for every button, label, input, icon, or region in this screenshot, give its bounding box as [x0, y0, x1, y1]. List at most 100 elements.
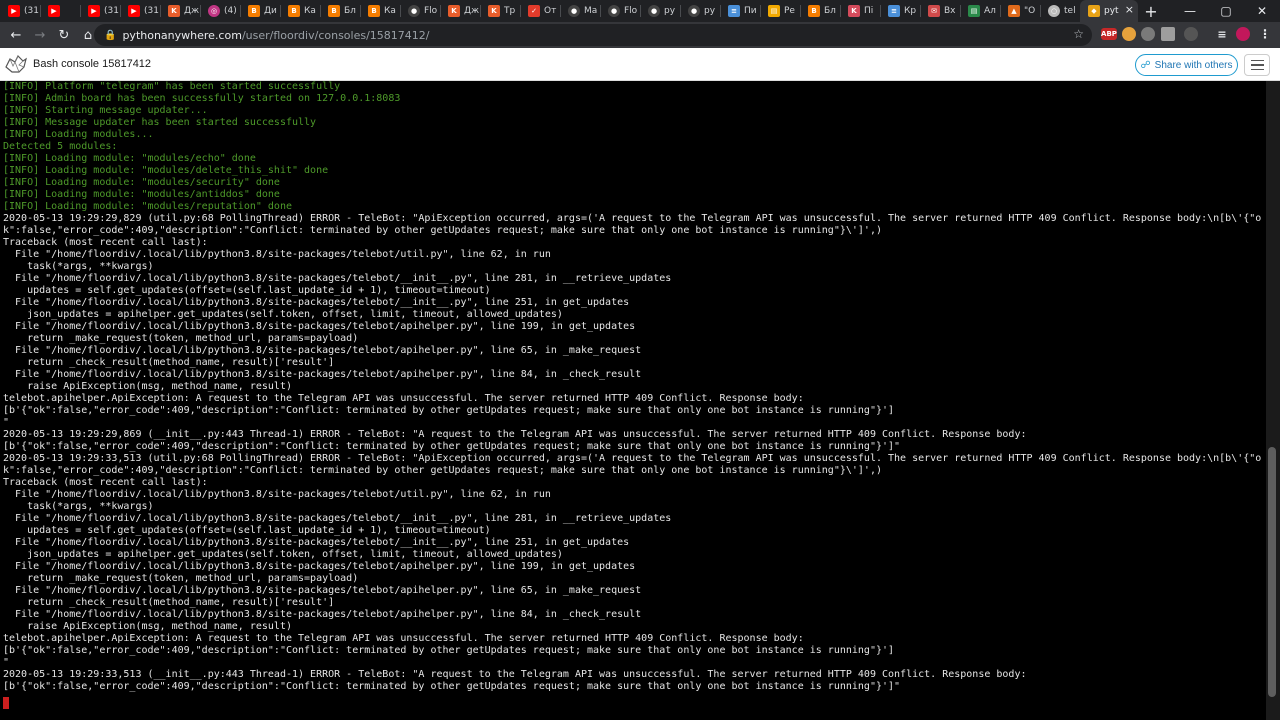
- browser-tab[interactable]: ○ tel: [1040, 0, 1080, 22]
- terminal-cursor: [3, 697, 9, 709]
- terminal-line: k":false,"error_code":409,"description":…: [3, 465, 882, 476]
- browser-tab[interactable]: ▲ "О: [1000, 0, 1040, 22]
- profile-avatar[interactable]: [1236, 27, 1250, 41]
- k-icon: K: [168, 5, 180, 17]
- terminal-line: 2020-05-13 19:29:33,513 (__init__.py:443…: [3, 669, 1027, 680]
- console-header: Bash console 15817412 ☍ Share with other…: [0, 48, 1280, 81]
- browser-tab[interactable]: ▶ (31: [0, 0, 40, 22]
- maximize-window-button[interactable]: ▢: [1208, 0, 1244, 22]
- bookmark-star-icon[interactable]: ☆: [1073, 27, 1084, 41]
- browser-tab[interactable]: ▤ Ал: [960, 0, 1000, 22]
- cookie-extension-icon[interactable]: [1122, 27, 1136, 41]
- terminal-line: [INFO] Loading modules...: [3, 129, 154, 140]
- github-extension-icon[interactable]: [1184, 27, 1198, 41]
- terminal-line: File "/home/floordiv/.local/lib/python3.…: [3, 273, 672, 284]
- browser-tab[interactable]: ≡ Кр: [880, 0, 920, 22]
- tab-label: Flo: [624, 6, 638, 16]
- close-window-button[interactable]: ✕: [1244, 0, 1280, 22]
- terminal-line: raise ApiException(msg, method_name, res…: [3, 621, 292, 632]
- tab-label: Flo: [424, 6, 438, 16]
- blogger-icon: B: [288, 5, 300, 17]
- browser-tab[interactable]: ✉ Вх: [920, 0, 960, 22]
- hamburger-menu-button[interactable]: [1244, 54, 1270, 76]
- browser-tab[interactable]: ≡ Пи: [720, 0, 760, 22]
- tab-label: Ди: [264, 6, 277, 16]
- tab-label: (31: [104, 6, 119, 16]
- bash-terminal[interactable]: [INFO] Platform "telegram" has been star…: [0, 81, 1266, 720]
- browser-tab[interactable]: B Ка: [280, 0, 320, 22]
- terminal-line: File "/home/floordiv/.local/lib/python3.…: [3, 369, 642, 380]
- scrollbar-thumb[interactable]: [1268, 447, 1276, 697]
- flame-icon: ▲: [1008, 5, 1020, 17]
- tab-label: (31: [144, 6, 159, 16]
- browser-menu-icon[interactable]: ⋮: [1258, 27, 1272, 41]
- browser-tab[interactable]: K Дж: [160, 0, 200, 22]
- terminal-line: Traceback (most recent call last):: [3, 477, 208, 488]
- browser-tab[interactable]: B Ка: [360, 0, 400, 22]
- browser-tab[interactable]: K Дж: [440, 0, 480, 22]
- browser-tab[interactable]: B Ди: [240, 0, 280, 22]
- terminal-line: File "/home/floordiv/.local/lib/python3.…: [3, 489, 551, 500]
- terminal-line: File "/home/floordiv/.local/lib/python3.…: [3, 585, 642, 596]
- k-icon: K: [448, 5, 460, 17]
- notes-extension-icon[interactable]: [1161, 27, 1175, 41]
- playlist-icon[interactable]: ≡: [1215, 27, 1229, 41]
- extension-icon[interactable]: [1141, 27, 1155, 41]
- tab-label: Тр: [504, 6, 516, 16]
- youtube-icon: ▶: [48, 5, 60, 17]
- browser-tab[interactable]: K Пі: [840, 0, 880, 22]
- forward-arrow-icon[interactable]: →: [28, 23, 52, 47]
- terminal-line: telebot.apihelper.ApiException: A reques…: [3, 633, 804, 644]
- console-title: Bash console 15817412: [33, 58, 152, 70]
- page-icon: ▤: [768, 5, 780, 17]
- browser-tab[interactable]: ▤ Ре: [760, 0, 800, 22]
- terminal-line: File "/home/floordiv/.local/lib/python3.…: [3, 297, 630, 308]
- browser-tab[interactable]: ● Ма: [560, 0, 600, 22]
- browser-tab[interactable]: K Тр: [480, 0, 520, 22]
- browser-tab[interactable]: ▶ (31: [80, 0, 120, 22]
- browser-tab[interactable]: B Бл: [800, 0, 840, 22]
- minimize-window-button[interactable]: —: [1172, 0, 1208, 22]
- terminal-scrollbar[interactable]: [1266, 81, 1280, 720]
- github-icon: ●: [408, 5, 420, 17]
- browser-tab[interactable]: ▶ (31: [120, 0, 160, 22]
- browser-toolbar: ← → ↻ ⌂ 🔒 pythonanywhere.com/user/floord…: [0, 22, 1280, 48]
- browser-tab[interactable]: ◎ (4): [200, 0, 240, 22]
- address-bar[interactable]: 🔒 pythonanywhere.com/user/floordiv/conso…: [94, 24, 1092, 46]
- close-tab-icon[interactable]: ×: [1125, 3, 1134, 16]
- browser-tab[interactable]: ● py: [640, 0, 680, 22]
- terminal-line: json_updates = apihelper.get_updates(sel…: [3, 309, 563, 320]
- terminal-line: 2020-05-13 19:29:33,513 (util.py:68 Poll…: [3, 453, 1262, 464]
- browser-tab[interactable]: ✓ От: [520, 0, 560, 22]
- browser-tab[interactable]: ● Flo: [600, 0, 640, 22]
- tab-label: Дж: [464, 6, 480, 16]
- reload-icon[interactable]: ↻: [52, 23, 76, 47]
- share-with-others-button[interactable]: ☍ Share with others: [1135, 54, 1238, 76]
- page-icon: ▤: [968, 5, 980, 17]
- terminal-line: return _make_request(token, method_url, …: [3, 573, 359, 584]
- terminal-line: [b'{"ok":false,"error_code":409,"descrip…: [3, 405, 895, 416]
- tab-label: Вх: [944, 6, 956, 16]
- active-browser-tab[interactable]: ◆ pyt ×: [1080, 0, 1138, 22]
- url-path: /user/floordiv/consoles/15817412/: [241, 28, 430, 42]
- back-arrow-icon[interactable]: ←: [4, 23, 28, 47]
- share-icon: ☍: [1140, 59, 1151, 71]
- terminal-line: [b'{"ok":false,"error_code":409,"descrip…: [3, 645, 895, 656]
- blogger-icon: B: [248, 5, 260, 17]
- tab-label: Ма: [584, 6, 598, 16]
- new-tab-button[interactable]: +: [1138, 0, 1164, 22]
- terminal-line: [b'{"ok":false,"error_code":409,"descrip…: [3, 441, 901, 452]
- tab-label: Ре: [784, 6, 795, 16]
- terminal-line: [INFO] Loading module: "modules/reputati…: [3, 201, 292, 212]
- pythonanywhere-logo-icon[interactable]: [4, 53, 28, 75]
- terminal-line: ": [3, 417, 10, 428]
- browser-tab[interactable]: B Бл: [320, 0, 360, 22]
- browser-tab[interactable]: ● Flo: [400, 0, 440, 22]
- browser-tab[interactable]: ▶: [40, 0, 80, 22]
- adblock-extension-icon[interactable]: ABP: [1101, 28, 1117, 40]
- tab-label: Бл: [344, 6, 356, 16]
- terminal-line: 2020-05-13 19:29:29,829 (util.py:68 Poll…: [3, 213, 1262, 224]
- browser-tab[interactable]: ● py: [680, 0, 720, 22]
- terminal-line: [b'{"ok":false,"error_code":409,"descrip…: [3, 681, 901, 692]
- blogger-icon: B: [368, 5, 380, 17]
